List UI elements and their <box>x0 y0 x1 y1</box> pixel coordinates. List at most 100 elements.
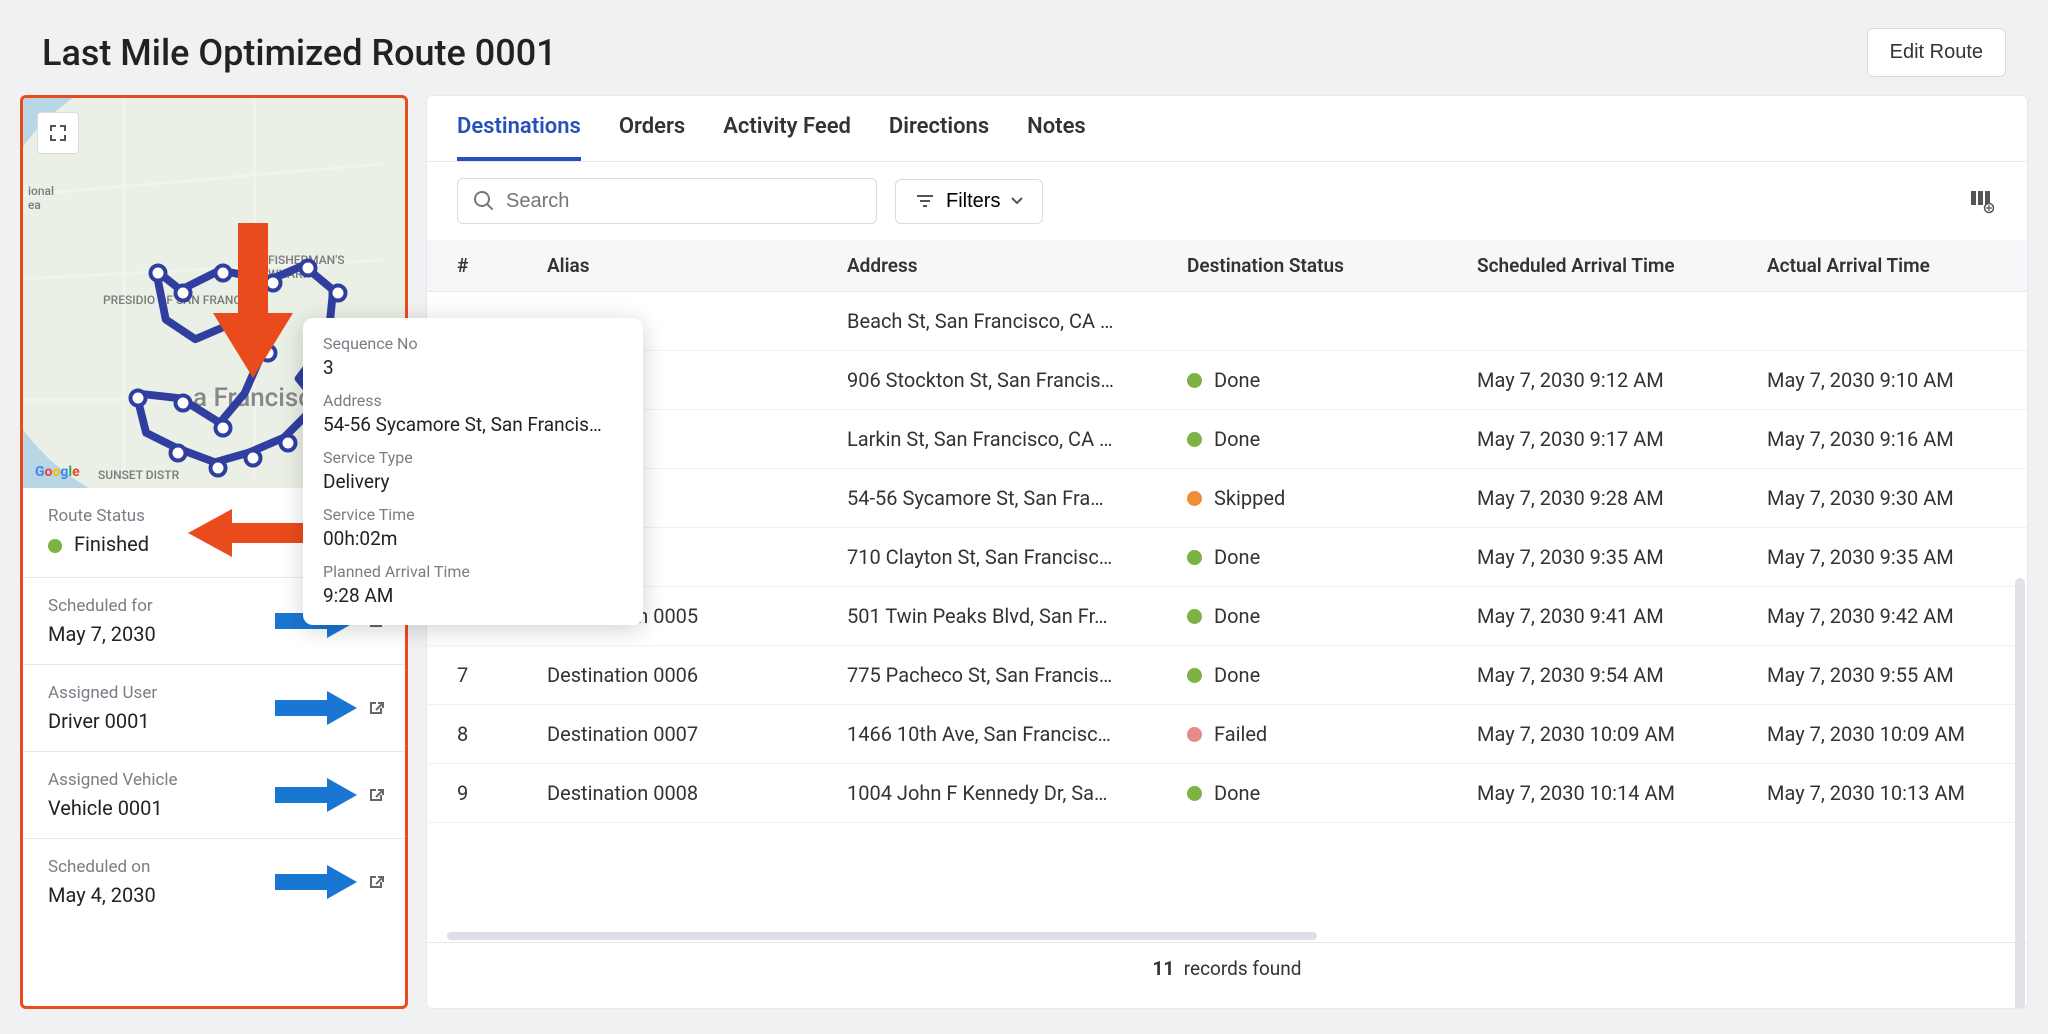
cell-scheduled: May 7, 2030 10:09 AM <box>1477 722 1767 746</box>
cell-address: 775 Pacheco St, San Francis… <box>847 663 1187 687</box>
record-suffix: records found <box>1184 957 1302 980</box>
external-link-icon <box>365 697 387 719</box>
cell-status: Done <box>1187 663 1477 687</box>
tab-orders[interactable]: Orders <box>619 114 685 161</box>
external-link-icon <box>365 784 387 806</box>
cell-actual: May 7, 2030 10:09 AM <box>1767 722 2027 746</box>
status-text: Done <box>1214 663 1260 687</box>
destinations-table: # Alias Address Destination Status Sched… <box>427 240 2027 1008</box>
table-row[interactable]: n 0002Larkin St, San Francisco, CA …Done… <box>427 410 2027 469</box>
filters-label: Filters <box>946 190 1000 213</box>
popover-address-label: Address <box>323 391 623 410</box>
cell-num: 8 <box>447 722 547 746</box>
cell-address: Larkin St, San Francisco, CA … <box>847 427 1187 451</box>
status-text: Done <box>1214 604 1260 628</box>
search-icon <box>472 189 496 213</box>
cell-num: 7 <box>447 663 547 687</box>
open-user-button[interactable] <box>365 697 387 719</box>
status-dot-icon <box>1187 550 1202 565</box>
cell-alias: Destination 0006 <box>547 663 847 687</box>
col-address[interactable]: Address <box>847 254 1187 277</box>
status-text: Failed <box>1214 722 1267 746</box>
col-alias[interactable]: Alias <box>547 254 847 277</box>
cell-status: Done <box>1187 604 1477 628</box>
columns-settings-button[interactable] <box>1967 186 1997 216</box>
status-text: Done <box>1214 368 1260 392</box>
col-actual[interactable]: Actual Arrival Time <box>1767 254 2027 277</box>
map-attribution: Google <box>35 464 80 480</box>
cell-alias: Destination 0007 <box>547 722 847 746</box>
expand-map-button[interactable] <box>37 112 79 154</box>
status-text: Done <box>1214 427 1260 451</box>
tab-destinations[interactable]: Destinations <box>457 114 581 161</box>
external-link-icon <box>365 871 387 893</box>
tab-directions[interactable]: Directions <box>889 114 989 161</box>
cell-actual: May 7, 2030 10:13 AM <box>1767 781 2027 805</box>
cell-address: Beach St, San Francisco, CA … <box>847 309 1187 333</box>
cell-actual: May 7, 2030 9:55 AM <box>1767 663 2027 687</box>
status-dot-icon <box>1187 491 1202 506</box>
table-row[interactable]: n 0004710 Clayton St, San Francisc…DoneM… <box>427 528 2027 587</box>
table-row[interactable]: Beach St, San Francisco, CA … <box>427 292 2027 351</box>
status-dot-icon <box>1187 668 1202 683</box>
popover-service-type-value: Delivery <box>323 470 623 493</box>
page-title: Last Mile Optimized Route 0001 <box>42 32 557 74</box>
horizontal-scrollbar[interactable] <box>447 930 2007 942</box>
table-row[interactable]: 9Destination 00081004 John F Kennedy Dr,… <box>427 764 2027 823</box>
cell-address: 501 Twin Peaks Blvd, San Fr… <box>847 604 1187 628</box>
tab-notes[interactable]: Notes <box>1027 114 1086 161</box>
status-dot-icon <box>1187 432 1202 447</box>
tab-activity-feed[interactable]: Activity Feed <box>723 114 851 161</box>
open-vehicle-button[interactable] <box>365 784 387 806</box>
cell-scheduled: May 7, 2030 9:35 AM <box>1477 545 1767 569</box>
table-row[interactable]: n 0001906 Stockton St, San Francis…DoneM… <box>427 351 2027 410</box>
cell-scheduled: May 7, 2030 9:12 AM <box>1477 368 1767 392</box>
cell-alias: Destination 0008 <box>547 781 847 805</box>
cell-status: Done <box>1187 368 1477 392</box>
annotation-arrow-right-icon <box>275 691 357 725</box>
open-scheduled-on-button[interactable] <box>365 871 387 893</box>
cell-actual: May 7, 2030 9:16 AM <box>1767 427 2027 451</box>
cell-status: Skipped <box>1187 486 1477 510</box>
popover-planned-arrival-value: 9:28 AM <box>323 584 623 607</box>
columns-icon <box>1969 188 1995 214</box>
table-row[interactable]: 7Destination 0006775 Pacheco St, San Fra… <box>427 646 2027 705</box>
popover-sequence-label: Sequence No <box>323 334 623 353</box>
table-body[interactable]: Beach St, San Francisco, CA …n 0001906 S… <box>427 292 2027 930</box>
cell-scheduled: May 7, 2030 10:14 AM <box>1477 781 1767 805</box>
col-num[interactable]: # <box>447 254 547 277</box>
table-row[interactable]: 8Destination 00071466 10th Ave, San Fran… <box>427 705 2027 764</box>
scheduled-on-block: Scheduled on May 4, 2030 <box>23 839 405 925</box>
col-status[interactable]: Destination Status <box>1187 254 1477 277</box>
search-box[interactable] <box>457 178 877 224</box>
vertical-scrollbar[interactable] <box>2015 578 2025 1008</box>
table-row[interactable]: 6Destination 0005501 Twin Peaks Blvd, Sa… <box>427 587 2027 646</box>
popover-service-time-label: Service Time <box>323 505 623 524</box>
edit-route-button[interactable]: Edit Route <box>1867 28 2006 77</box>
expand-icon <box>48 123 68 143</box>
table-row[interactable]: n 000354-56 Sycamore St, San Fra…Skipped… <box>427 469 2027 528</box>
annotation-arrow-down-icon <box>213 223 293 378</box>
cell-status: Done <box>1187 781 1477 805</box>
cell-status: Done <box>1187 427 1477 451</box>
status-dot-icon <box>1187 609 1202 624</box>
status-dot-icon <box>1187 373 1202 388</box>
destinations-panel: Destinations Orders Activity Feed Direct… <box>426 95 2028 1009</box>
status-text: Skipped <box>1214 486 1285 510</box>
cell-address: 1466 10th Ave, San Francisc… <box>847 722 1187 746</box>
cell-address: 710 Clayton St, San Francisc… <box>847 545 1187 569</box>
cell-scheduled: May 7, 2030 9:28 AM <box>1477 486 1767 510</box>
status-dot-icon <box>1187 727 1202 742</box>
status-dot-icon <box>48 539 62 553</box>
col-scheduled[interactable]: Scheduled Arrival Time <box>1477 254 1767 277</box>
cell-scheduled: May 7, 2030 9:54 AM <box>1477 663 1767 687</box>
filters-button[interactable]: Filters <box>895 179 1043 224</box>
cell-address: 54-56 Sycamore St, San Fra… <box>847 486 1187 510</box>
status-dot-icon <box>1187 786 1202 801</box>
popover-service-time-value: 00h:02m <box>323 527 623 550</box>
filter-icon <box>914 190 936 212</box>
search-input[interactable] <box>506 190 862 213</box>
cell-address: 906 Stockton St, San Francis… <box>847 368 1187 392</box>
record-count: 11 <box>1153 957 1175 980</box>
assigned-vehicle-block: Assigned Vehicle Vehicle 0001 <box>23 752 405 839</box>
